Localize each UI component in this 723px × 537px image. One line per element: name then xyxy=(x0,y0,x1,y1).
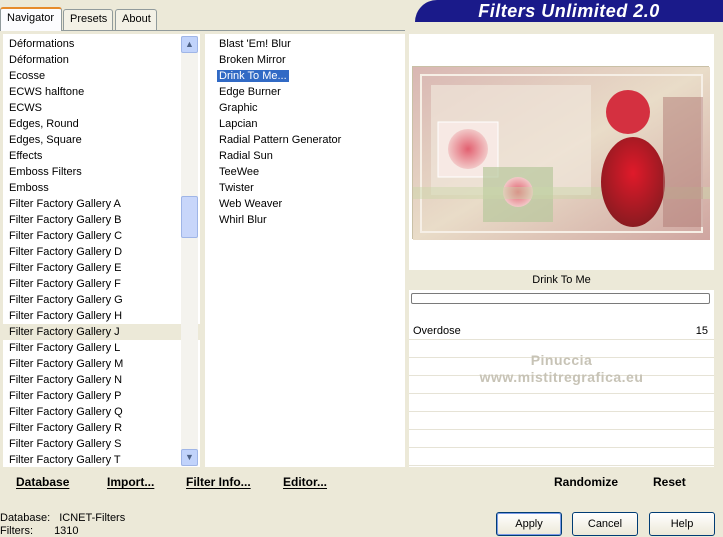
watermark: Pinuccia www.mistitregrafica.eu xyxy=(409,352,714,386)
database-status: Database: ICNET-Filters xyxy=(0,512,125,524)
filter-item[interactable]: Twister xyxy=(205,180,405,196)
filter-item[interactable]: Radial Pattern Generator xyxy=(205,132,405,148)
progress-bar xyxy=(411,293,710,304)
filter-info-button[interactable]: Filter Info... xyxy=(186,475,251,489)
category-item[interactable]: ECWS xyxy=(3,100,200,116)
filter-item[interactable]: Graphic xyxy=(205,100,405,116)
app-title: Filters Unlimited 2.0 xyxy=(478,1,660,21)
tab-about-label: About xyxy=(122,13,151,25)
category-item[interactable]: Filter Factory Gallery H xyxy=(3,308,200,324)
category-item[interactable]: Effects xyxy=(3,148,200,164)
filter-item-label: Radial Sun xyxy=(219,150,273,162)
preview-image xyxy=(412,66,710,240)
filter-caption: Drink To Me xyxy=(532,274,591,286)
preview-picture xyxy=(413,67,710,240)
category-item[interactable]: Filter Factory Gallery N xyxy=(3,372,200,388)
category-item[interactable]: Filter Factory Gallery S xyxy=(3,436,200,452)
category-item[interactable]: Déformations xyxy=(3,36,200,52)
app-title-banner: Filters Unlimited 2.0 xyxy=(415,0,723,22)
filter-item-label: Radial Pattern Generator xyxy=(219,134,342,146)
category-item[interactable]: Filter Factory Gallery J xyxy=(3,324,200,340)
filters-count-status: Filters: 1310 xyxy=(0,525,79,537)
category-item[interactable]: Filter Factory Gallery C xyxy=(3,228,200,244)
randomize-button[interactable]: Randomize xyxy=(554,475,618,489)
category-item[interactable]: Filter Factory Gallery Q xyxy=(3,404,200,420)
watermark-line-1: Pinuccia xyxy=(530,352,593,368)
category-item[interactable]: Filter Factory Gallery A xyxy=(3,196,200,212)
category-item[interactable]: Filter Factory Gallery R xyxy=(3,420,200,436)
category-item[interactable]: Filter Factory Gallery M xyxy=(3,356,200,372)
filter-item-label: TeeWee xyxy=(219,166,260,178)
category-item[interactable]: Filter Factory Gallery E xyxy=(3,260,200,276)
filters-value: 1310 xyxy=(54,525,79,537)
parameter-slider-overdose[interactable]: Overdose 15 xyxy=(409,323,714,340)
database-button[interactable]: Database xyxy=(16,475,69,489)
database-label: Database: xyxy=(0,512,51,524)
help-label: Help xyxy=(670,518,694,530)
filter-item[interactable]: Web Weaver xyxy=(205,196,405,212)
filter-item-label: Graphic xyxy=(219,102,258,114)
filter-item[interactable]: Edge Burner xyxy=(205,84,405,100)
filter-item[interactable]: Lapcian xyxy=(205,116,405,132)
filter-list[interactable]: Blast 'Em! Blur Broken Mirror Drink To Me.… xyxy=(205,34,405,467)
parameter-slot xyxy=(409,449,714,466)
filters-label: Filters: xyxy=(0,525,33,537)
parameter-value: 15 xyxy=(695,325,708,337)
filter-item-label: Edge Burner xyxy=(219,86,281,98)
parameter-slot xyxy=(409,395,714,412)
cancel-button[interactable]: Cancel xyxy=(572,512,638,536)
help-button[interactable]: Help xyxy=(649,512,715,536)
category-item[interactable]: Filter Factory Gallery F xyxy=(3,276,200,292)
parameter-slot xyxy=(409,431,714,448)
watermark-line-2: www.mistitregrafica.eu xyxy=(479,369,644,385)
category-list[interactable]: Déformations Déformation Ecosse ECWS halfto… xyxy=(3,34,200,467)
category-item[interactable]: Ecosse xyxy=(3,68,200,84)
category-scrollbar[interactable]: ▲ ▼ xyxy=(181,36,198,466)
category-item[interactable]: Edges, Square xyxy=(3,132,200,148)
editor-button[interactable]: Editor... xyxy=(283,475,327,489)
import-button[interactable]: Import... xyxy=(107,475,154,489)
category-item[interactable]: Filter Factory Gallery P xyxy=(3,388,200,404)
tab-presets-label: Presets xyxy=(70,13,108,25)
scroll-down-icon[interactable]: ▼ xyxy=(181,449,198,466)
apply-label: Apply xyxy=(515,518,543,530)
category-item[interactable]: Emboss Filters xyxy=(3,164,200,180)
filter-item-label: Drink To Me... xyxy=(217,70,289,82)
filter-caption-bar: Drink To Me xyxy=(409,270,714,290)
filter-item-label: Twister xyxy=(219,182,254,194)
filter-item[interactable]: Blast 'Em! Blur xyxy=(205,36,405,52)
scroll-thumb[interactable] xyxy=(181,196,198,238)
apply-button[interactable]: Apply xyxy=(496,512,562,536)
filter-item-label: Whirl Blur xyxy=(219,214,267,226)
category-item[interactable]: Filter Factory Gallery G xyxy=(3,292,200,308)
filter-item[interactable]: Broken Mirror xyxy=(205,52,405,68)
reset-button[interactable]: Reset xyxy=(653,475,686,489)
filter-item-label: Blast 'Em! Blur xyxy=(219,38,291,50)
tab-about[interactable]: About xyxy=(115,9,157,30)
tab-navigator-label: Navigator xyxy=(7,12,55,24)
filter-item[interactable]: Drink To Me... xyxy=(205,68,405,84)
category-item[interactable]: Déformation xyxy=(3,52,200,68)
category-item[interactable]: Emboss xyxy=(3,180,200,196)
parameter-slot xyxy=(409,413,714,430)
tab-presets[interactable]: Presets xyxy=(63,9,113,30)
category-item[interactable]: ECWS halftone xyxy=(3,84,200,100)
category-item[interactable]: Filter Factory Gallery L xyxy=(3,340,200,356)
filter-item[interactable]: TeeWee xyxy=(205,164,405,180)
filter-item[interactable]: Whirl Blur xyxy=(205,212,405,228)
category-item[interactable]: Filter Factory Gallery D xyxy=(3,244,200,260)
filter-item-label: Lapcian xyxy=(219,118,258,130)
scroll-up-icon[interactable]: ▲ xyxy=(181,36,198,53)
filter-item[interactable]: Radial Sun xyxy=(205,148,405,164)
cancel-label: Cancel xyxy=(587,518,623,530)
filter-item-label: Broken Mirror xyxy=(219,54,286,66)
category-item[interactable]: Filter Factory Gallery T xyxy=(3,452,200,467)
database-value: ICNET-Filters xyxy=(59,512,126,524)
parameter-name: Overdose xyxy=(413,325,461,337)
filter-item-label: Web Weaver xyxy=(219,198,283,210)
category-item[interactable]: Edges, Round xyxy=(3,116,200,132)
category-item[interactable]: Filter Factory Gallery B xyxy=(3,212,200,228)
tab-navigator[interactable]: Navigator xyxy=(0,7,62,31)
